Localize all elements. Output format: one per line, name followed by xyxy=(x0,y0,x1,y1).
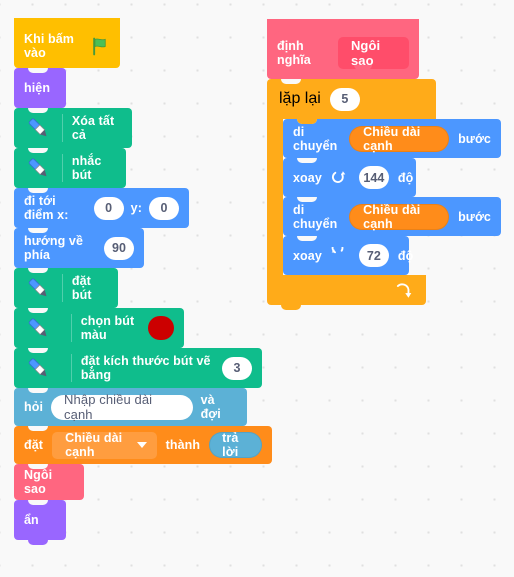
block-label-prefix: đặt xyxy=(24,438,44,452)
block-label: hiện xyxy=(24,81,51,95)
icon-divider xyxy=(71,314,72,342)
question-input[interactable]: Nhập chiều dài cạnh xyxy=(51,392,193,422)
pen-size-input[interactable]: 3 xyxy=(222,356,252,380)
block-label: lặp lại xyxy=(279,90,321,107)
icon-divider xyxy=(71,354,72,382)
repeat-inner-blocks: di chuyển Chiều dài cạnh bước xoay 144 đ… xyxy=(283,119,501,275)
x-input[interactable]: 0 xyxy=(93,196,124,220)
block-hide[interactable]: ẩn xyxy=(14,500,66,545)
block-turn-left[interactable]: xoay 72 độ xyxy=(283,236,413,275)
pen-icon xyxy=(24,314,52,342)
answer-reporter[interactable]: trả lời xyxy=(209,431,262,459)
block-label: Xóa tất cả xyxy=(71,114,115,142)
block-label-suffix: bước xyxy=(458,209,491,224)
block-label: đặt kích thước bút vẽ bằng xyxy=(80,354,211,382)
pen-icon xyxy=(24,114,52,142)
repeat-header[interactable]: lặp lại 5 xyxy=(267,79,436,119)
repeat-footer xyxy=(267,275,426,310)
block-label-prefix: xoay xyxy=(293,248,322,263)
y-input[interactable]: 0 xyxy=(149,196,179,220)
block-label: chọn bút màu xyxy=(80,314,135,342)
repeat-count-input[interactable]: 5 xyxy=(329,87,360,111)
block-define-hat[interactable]: định nghĩa Ngôi sao xyxy=(267,19,419,84)
block-label: đặt bút xyxy=(71,274,92,302)
block-label-prefix: xoay xyxy=(293,170,322,185)
block-label: Khi bấm vào xyxy=(24,32,75,60)
procedure-definition-stack[interactable]: định nghĩa Ngôi sao lặp lại 5 di chuyển xyxy=(267,19,501,310)
inner-notch xyxy=(297,119,317,124)
block-repeat[interactable]: lặp lại 5 di chuyển Chiều dài cạnh bước … xyxy=(267,79,501,310)
block-point-in-direction[interactable]: hướng về phía 90 xyxy=(14,228,144,273)
block-label: nhắc bút xyxy=(71,154,102,182)
block-label-mid: thành xyxy=(165,438,201,452)
degrees-input[interactable]: 144 xyxy=(358,166,389,189)
block-label: Ngôi sao xyxy=(24,468,53,496)
pen-icon xyxy=(24,354,52,382)
block-turn-right[interactable]: xoay 144 độ xyxy=(283,158,416,202)
block-label-mid: y: xyxy=(130,201,142,215)
pen-color-swatch[interactable] xyxy=(148,316,175,340)
blocks-workspace-canvas[interactable]: Khi bấm vào hiện Xóa tất cả nhắc bút đi … xyxy=(0,0,514,577)
chevron-down-icon xyxy=(136,442,147,448)
block-pen-down[interactable]: đặt bút xyxy=(14,268,118,313)
loop-arrow-icon xyxy=(395,282,412,298)
procedure-name: Ngôi sao xyxy=(350,38,381,68)
variable-reporter[interactable]: Chiều dài cạnh xyxy=(349,203,450,231)
block-label-prefix: đi tới điểm x: xyxy=(24,194,69,222)
icon-divider xyxy=(62,274,63,302)
repeat-left-arm xyxy=(267,119,283,275)
block-label-prefix: di chuyển xyxy=(293,202,338,231)
block-label-suffix: độ xyxy=(397,170,414,185)
block-label-prefix: hỏi xyxy=(24,400,44,414)
repeat-body: di chuyển Chiều dài cạnh bước xoay 144 đ… xyxy=(267,119,501,275)
icon-divider xyxy=(62,114,63,142)
procedure-name-label[interactable]: Ngôi sao xyxy=(337,37,409,70)
block-ask-and-wait[interactable]: hỏi Nhập chiều dài cạnh và đợi xyxy=(14,388,247,431)
turn-clockwise-icon xyxy=(330,169,347,186)
block-go-to-xy[interactable]: đi tới điểm x: 0 y: 0 xyxy=(14,188,189,233)
icon-divider xyxy=(62,154,63,182)
block-set-pen-size[interactable]: đặt kích thước bút vẽ bằng 3 xyxy=(14,348,262,393)
block-label-prefix: di chuyển xyxy=(293,124,338,153)
block-label: ẩn xyxy=(24,513,39,527)
block-call-ngoi-sao[interactable]: Ngôi sao xyxy=(14,464,84,505)
direction-input[interactable]: 90 xyxy=(104,236,134,260)
variable-name: Chiều dài cạnh xyxy=(65,431,123,459)
main-script-stack[interactable]: Khi bấm vào hiện Xóa tất cả nhắc bút đi … xyxy=(14,18,272,545)
block-move-steps-2[interactable]: di chuyển Chiều dài cạnh bước xyxy=(283,197,501,241)
block-label-suffix: và đợi xyxy=(200,393,221,421)
block-set-variable[interactable]: đặt Chiều dài cạnh thành trả lời xyxy=(14,426,272,469)
block-label-suffix: độ xyxy=(397,248,414,263)
turn-counterclockwise-icon xyxy=(330,242,347,264)
block-move-steps-1[interactable]: di chuyển Chiều dài cạnh bước xyxy=(283,119,501,163)
pen-icon xyxy=(24,154,52,182)
bottom-bump xyxy=(28,540,48,545)
block-when-flag-clicked[interactable]: Khi bấm vào xyxy=(14,18,120,73)
block-set-pen-color[interactable]: chọn bút màu xyxy=(14,308,184,353)
block-label: hướng về phía xyxy=(24,234,84,262)
block-show[interactable]: hiện xyxy=(14,68,66,113)
pen-icon xyxy=(24,274,52,302)
degrees-input[interactable]: 72 xyxy=(358,244,389,267)
block-label-suffix: bước xyxy=(458,131,491,146)
define-label: định nghĩa xyxy=(277,39,311,67)
block-erase-all[interactable]: Xóa tất cả xyxy=(14,108,132,153)
green-flag-icon xyxy=(91,37,110,56)
variable-reporter[interactable]: Chiều dài cạnh xyxy=(349,125,450,153)
block-pen-up[interactable]: nhắc bút xyxy=(14,148,126,193)
variable-dropdown[interactable]: Chiều dài cạnh xyxy=(52,431,157,459)
